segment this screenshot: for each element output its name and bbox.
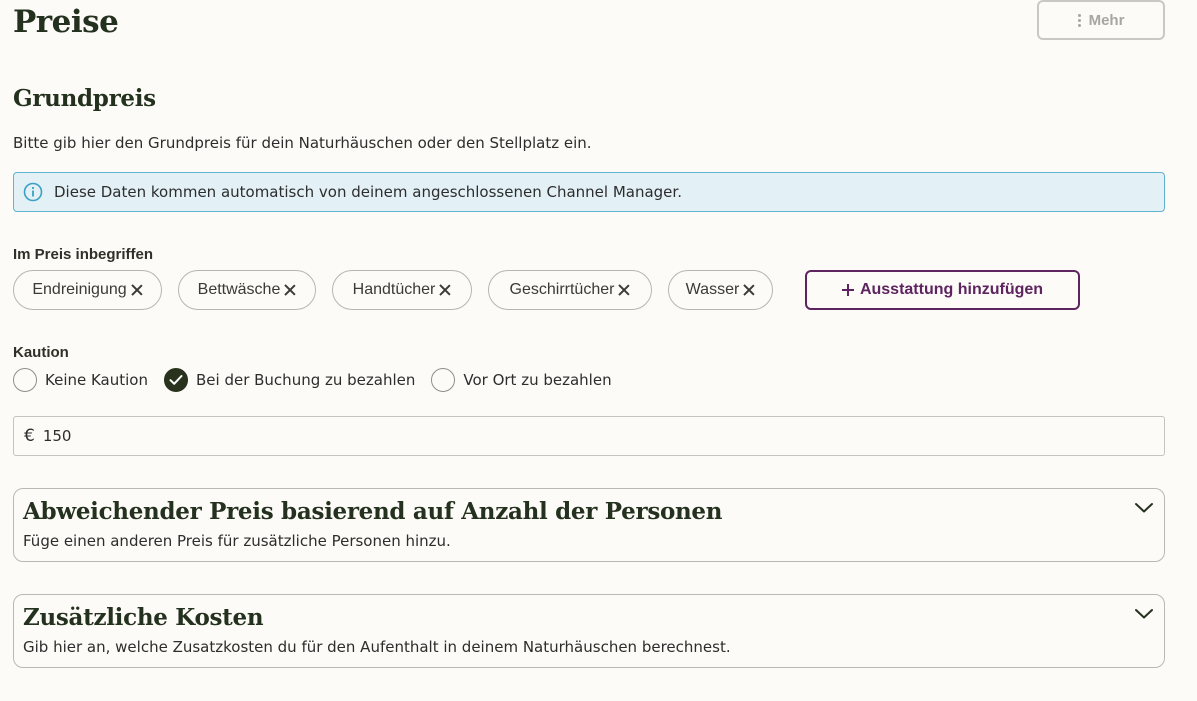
close-icon[interactable] [439,284,451,296]
chip-bettwaesche: Bettwäsche [178,270,316,310]
chip-label: Endreinigung [32,281,127,298]
chevron-down-icon[interactable] [1134,501,1154,515]
add-amenity-label: Ausstattung hinzufügen [859,281,1044,298]
deposit-amount-field[interactable]: € [13,416,1165,456]
radio-pay-on-site[interactable]: Vor Ort zu bezahlen [431,368,612,392]
add-amenity-button[interactable]: Ausstattung hinzufügen [805,270,1080,310]
radio-circle[interactable] [431,368,456,392]
more-vertical-icon [1077,13,1081,27]
close-icon[interactable] [284,284,296,296]
accordion-person-pricing[interactable]: Abweichender Preis basierend auf Anzahl … [13,488,1165,562]
chip-geschirrtuecher: Geschirrtücher [488,270,652,310]
radio-label: Vor Ort zu bezahlen [463,371,612,389]
included-label: Im Preis inbegriffen [13,246,154,263]
radio-circle[interactable] [13,368,37,392]
radio-no-deposit[interactable]: Keine Kaution [13,368,148,392]
close-icon[interactable] [743,284,755,296]
accordion-subtitle: Füge einen anderen Preis für zusätzliche… [23,532,451,550]
info-banner-text: Diese Daten kommen automatisch von deine… [54,183,682,201]
page-title: Preise [13,4,119,40]
chip-endreinigung: Endreinigung [13,270,162,310]
chip-label: Handtücher [352,281,436,298]
more-button-label: Mehr [1088,11,1125,29]
accordion-title: Abweichender Preis basierend auf Anzahl … [23,498,723,525]
radio-pay-at-booking[interactable]: Bei der Buchung zu bezahlen [164,368,415,392]
accordion-additional-costs[interactable]: Zusätzliche Kosten Gib hier an, welche Z… [13,594,1165,668]
currency-symbol: € [24,426,35,446]
section-description: Bitte gib hier den Grundpreis für dein N… [13,134,592,152]
chevron-down-icon[interactable] [1134,607,1154,621]
chip-label: Wasser [685,281,740,298]
included-chips: Endreinigung Bettwäsche Handtücher Gesch… [13,270,789,310]
section-title: Grundpreis [13,85,156,112]
close-icon[interactable] [131,284,143,296]
chip-label: Bettwäsche [197,281,281,298]
deposit-radio-group: Keine Kaution Bei der Buchung zu bezahle… [13,368,628,392]
radio-circle-checked[interactable] [164,368,188,392]
accordion-subtitle: Gib hier an, welche Zusatzkosten du für … [23,638,731,656]
more-button[interactable]: Mehr [1037,0,1165,40]
chip-handtuecher: Handtücher [332,270,472,310]
radio-label: Bei der Buchung zu bezahlen [196,371,416,389]
info-banner: Diese Daten kommen automatisch von deine… [13,172,1165,212]
deposit-amount-input[interactable] [42,427,1043,445]
checkmark-icon [169,375,183,385]
radio-label: Keine Kaution [45,371,148,389]
close-icon[interactable] [618,284,630,296]
accordion-title: Zusätzliche Kosten [23,604,264,631]
deposit-label: Kaution [13,344,69,361]
info-icon [23,182,43,202]
chip-label: Geschirrtücher [509,281,615,298]
chip-wasser: Wasser [668,270,773,310]
plus-icon [841,284,854,296]
